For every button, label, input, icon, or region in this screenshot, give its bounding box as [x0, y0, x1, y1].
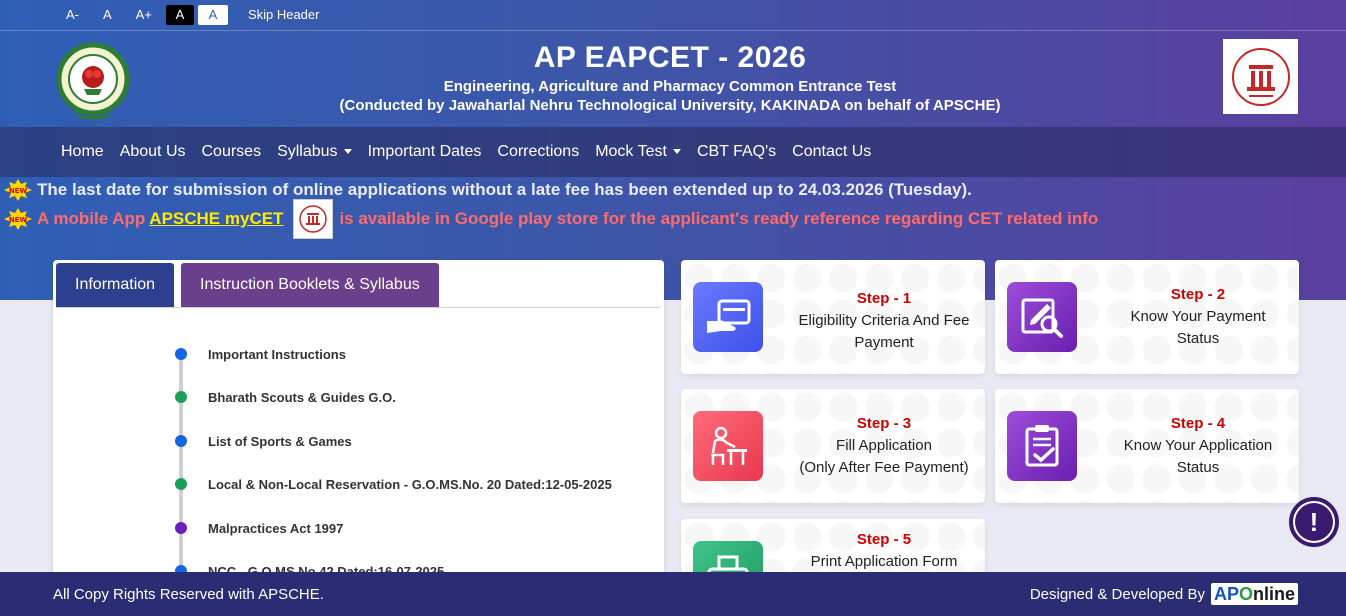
step-4-text: Step - 4 Know Your Application Status [1093, 413, 1303, 479]
designed-by-text: Designed & Developed By [1029, 585, 1205, 603]
step-3-text: Step - 3 Fill Application (Only After Fe… [779, 413, 989, 479]
new-badge-icon: NEW [4, 208, 32, 230]
nav-about-us[interactable]: About Us [112, 143, 194, 161]
exclamation-icon: ! [1295, 503, 1333, 541]
caret-down-icon [672, 149, 681, 155]
timeline-dot-icon [175, 522, 187, 534]
info-link-sports-games[interactable]: List of Sports & Games [208, 434, 352, 449]
aponline-logo[interactable]: APOnline [1210, 583, 1298, 605]
step-4-label: Step - 4 [1170, 415, 1226, 432]
step-4-line1: Know Your Application [1123, 437, 1273, 454]
site-header: AP EAPCET - 2026 Engineering, Agricultur… [0, 31, 1346, 127]
step-5-line1: Print Application Form [810, 553, 958, 570]
information-panel: Information Instruction Booklets & Sylla… [53, 260, 664, 580]
skip-header-link[interactable]: Skip Header [238, 5, 330, 25]
info-link-local-nonlocal[interactable]: Local & Non-Local Reservation - G.O.MS.N… [208, 477, 612, 492]
notice-mobile-app-suffix: is available in Google play store for th… [339, 209, 1099, 228]
step-2-card[interactable]: Step - 2 Know Your Payment Status [995, 260, 1299, 374]
step-3-line1: Fill Application [836, 437, 932, 454]
step-1-card[interactable]: Step - 1 Eligibility Criteria And Fee Pa… [681, 260, 985, 374]
nav-mock-test[interactable]: Mock Test [587, 143, 689, 161]
caret-down-icon [343, 149, 352, 155]
step-1-label: Step - 1 [856, 290, 912, 307]
info-tabs: Information Instruction Booklets & Sylla… [56, 263, 439, 307]
copyright-text: All Copy Rights Reserved with APSCHE. [53, 585, 324, 603]
card-payment-icon [693, 282, 763, 352]
info-link-malpractices-act[interactable]: Malpractices Act 1997 [208, 521, 343, 536]
step-5-text: Step - 5 Print Application Form [779, 529, 989, 573]
step-3-line2: (Only After Fee Payment) [799, 459, 969, 476]
nav-corrections[interactable]: Corrections [489, 143, 587, 161]
nav-cbt-faqs[interactable]: CBT FAQ's [689, 143, 784, 161]
tab-information[interactable]: Information [56, 263, 175, 307]
step-3-card[interactable]: Step - 3 Fill Application (Only After Fe… [681, 389, 985, 503]
apsche-mycet-link[interactable]: APSCHE myCET [149, 209, 283, 229]
person-writing-icon [693, 411, 763, 481]
step-2-label: Step - 2 [1170, 286, 1226, 303]
clipboard-check-icon [1007, 411, 1077, 481]
site-footer: All Copy Rights Reserved with APSCHE. De… [0, 572, 1346, 616]
timeline-dot-icon [175, 391, 187, 403]
info-link-scouts-guides[interactable]: Bharath Scouts & Guides G.O. [208, 390, 396, 405]
mycet-app-icon[interactable] [293, 199, 334, 239]
notice-last-date: NEW The last date for submission of onli… [4, 175, 972, 205]
font-decrease-button[interactable]: A- [56, 5, 89, 25]
main-nav: Home About Us Courses Syllabus Important… [0, 127, 1346, 177]
nav-syllabus[interactable]: Syllabus [269, 143, 359, 161]
nav-home[interactable]: Home [53, 143, 112, 161]
jntu-logo [56, 39, 130, 123]
step-1-line1: Eligibility Criteria And Fee [798, 312, 970, 329]
header-titles: AP EAPCET - 2026 Engineering, Agricultur… [250, 39, 1090, 115]
nav-syllabus-label: Syllabus [277, 143, 338, 160]
apsche-logo [1223, 39, 1298, 114]
svg-text:NEW: NEW [9, 216, 28, 224]
new-badge-icon: NEW [4, 179, 32, 201]
notice-last-date-text: The last date for submission of online a… [37, 180, 972, 199]
notice-mobile-app: NEW A mobile App APSCHE myCET is availab… [4, 199, 1099, 239]
step-4-card[interactable]: Step - 4 Know Your Application Status [995, 389, 1299, 503]
svg-text:NEW: NEW [9, 187, 28, 195]
page-subtitle: Engineering, Agriculture and Pharmacy Co… [443, 78, 897, 95]
nav-important-dates[interactable]: Important Dates [360, 143, 490, 161]
nav-mock-test-label: Mock Test [595, 143, 667, 160]
nav-courses[interactable]: Courses [194, 143, 270, 161]
tab-divider [56, 307, 660, 308]
step-2-line2: Status [1176, 330, 1220, 347]
dark-contrast-button[interactable]: A [165, 5, 194, 25]
page-title: AP EAPCET - 2026 [533, 41, 807, 74]
step-1-line2: Payment [854, 334, 914, 351]
notice-mobile-app-prefix: A mobile App [37, 209, 146, 228]
nav-contact-us[interactable]: Contact Us [784, 143, 879, 161]
timeline-dot-icon [175, 478, 187, 490]
timeline-dot-icon [175, 348, 187, 360]
step-1-text: Step - 1 Eligibility Criteria And Fee Pa… [779, 288, 989, 354]
conducted-by-text: (Conducted by Jawaharlal Nehru Technolog… [339, 97, 1001, 114]
developer-credit: Designed & Developed By APOnline [1030, 583, 1298, 605]
step-3-label: Step - 3 [856, 415, 912, 432]
font-increase-button[interactable]: A+ [126, 5, 162, 25]
step-2-text: Step - 2 Know Your Payment Status [1093, 284, 1303, 350]
light-contrast-button[interactable]: A [197, 5, 228, 25]
step-4-line2: Status [1176, 459, 1220, 476]
alert-button[interactable]: ! [1289, 497, 1339, 547]
timeline-line [179, 350, 183, 580]
accessibility-bar: A- A A+ A A Skip Header [0, 0, 1346, 31]
step-2-line1: Know Your Payment [1130, 308, 1266, 325]
tab-instruction-booklets[interactable]: Instruction Booklets & Syllabus [181, 263, 439, 307]
search-edit-icon [1007, 282, 1077, 352]
font-normal-button[interactable]: A [93, 5, 122, 25]
step-5-label: Step - 5 [856, 531, 912, 548]
timeline-dot-icon [175, 435, 187, 447]
info-link-important-instructions[interactable]: Important Instructions [208, 347, 346, 362]
